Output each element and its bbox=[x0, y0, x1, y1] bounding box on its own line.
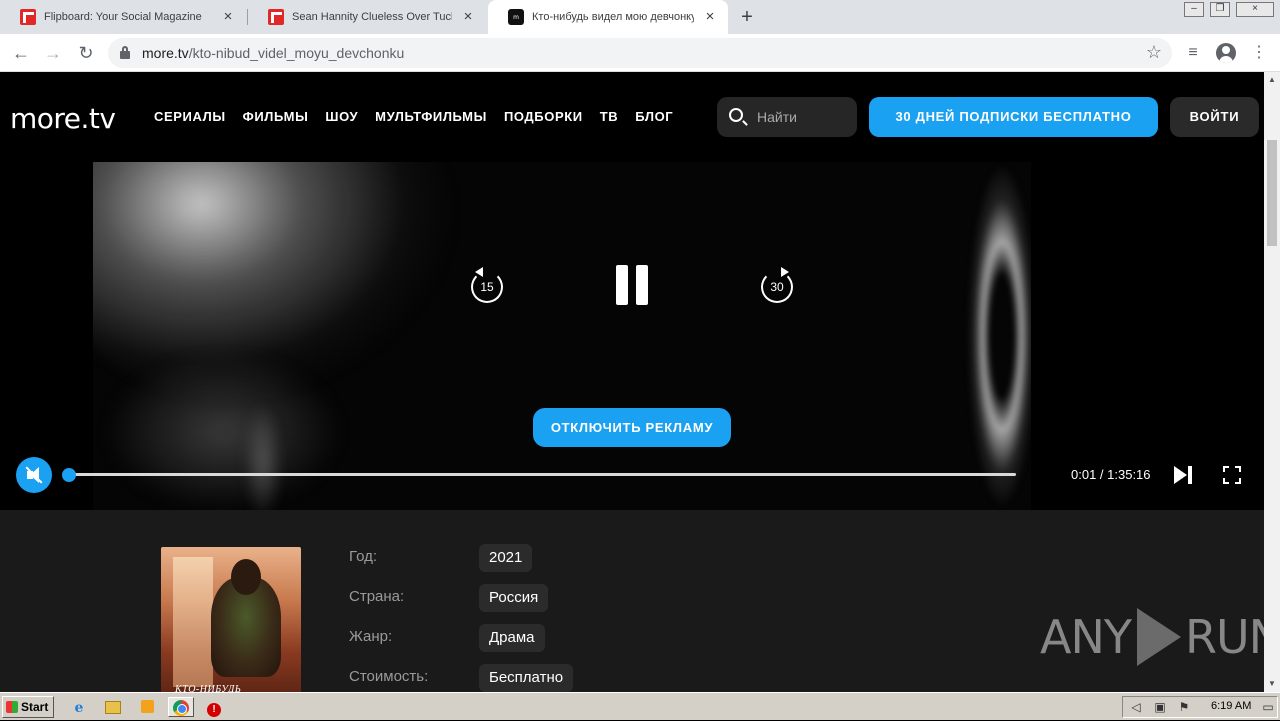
progress-handle[interactable] bbox=[62, 468, 76, 482]
folder-taskbar-icon[interactable] bbox=[102, 697, 124, 717]
flag-icon[interactable]: ⚑ bbox=[1177, 700, 1191, 714]
scroll-up-arrow-icon[interactable]: ▲ bbox=[1264, 72, 1280, 88]
nav-blog[interactable]: БЛОГ bbox=[635, 109, 673, 124]
close-tab-icon[interactable]: × bbox=[460, 9, 476, 25]
windows-taskbar: Start e ! ◁ ▣ ⚑ 6:19 AM ▭ bbox=[0, 692, 1280, 720]
address-bar[interactable]: more.tv/kto-nibud_videl_moyu_devchonku ☆ bbox=[108, 38, 1172, 68]
free-trial-button[interactable]: 30 ДНЕЙ ПОДПИСКИ БЕСПЛАТНО bbox=[869, 97, 1158, 137]
movie-details: КТО-НИБУДЬ Год: 2021 Страна: Россия Жанр… bbox=[0, 510, 1264, 692]
nav-series[interactable]: СЕРИАЛЫ bbox=[154, 109, 226, 124]
search-input[interactable] bbox=[757, 107, 849, 127]
url-path: /kto-nibud_videl_moyu_devchonku bbox=[188, 45, 405, 61]
meta-value: Бесплатно bbox=[479, 664, 574, 692]
nav-cartoons[interactable]: МУЛЬТФИЛЬМЫ bbox=[375, 109, 487, 124]
start-label: Start bbox=[21, 700, 49, 714]
browser-tab-bar: Flipboard: Your Social Magazine × Sean H… bbox=[0, 0, 1280, 34]
meta-value: 2021 bbox=[479, 544, 533, 572]
search-box[interactable] bbox=[717, 97, 857, 137]
muted-speaker-icon[interactable] bbox=[16, 457, 52, 493]
meta-value: Россия bbox=[479, 584, 549, 612]
watermark-play-icon bbox=[1136, 608, 1181, 666]
flipboard-favicon-icon bbox=[268, 9, 284, 25]
back-arrow-icon[interactable]: ← bbox=[9, 41, 33, 65]
meta-label: Жанр: bbox=[349, 628, 393, 645]
watermark-left: ANY bbox=[1040, 610, 1132, 664]
browser-tab-hannity[interactable]: Sean Hannity Clueless Over Tucker C × bbox=[248, 0, 486, 34]
nav-shows[interactable]: ШОУ bbox=[325, 109, 358, 124]
movie-poster[interactable]: КТО-НИБУДЬ bbox=[161, 547, 301, 692]
progress-bar[interactable] bbox=[68, 473, 1016, 476]
restore-window-icon[interactable]: ❐ bbox=[1210, 2, 1230, 17]
bookmark-star-icon[interactable]: ☆ bbox=[1146, 42, 1162, 63]
login-button[interactable]: ВОЙТИ bbox=[1170, 97, 1259, 137]
scrollbar-thumb[interactable] bbox=[1267, 140, 1277, 246]
browser-tab-flipboard[interactable]: Flipboard: Your Social Magazine × bbox=[0, 0, 246, 34]
tab-title: Flipboard: Your Social Magazine bbox=[44, 11, 202, 23]
new-tab-icon[interactable]: + bbox=[736, 7, 758, 29]
next-episode-icon[interactable] bbox=[1174, 465, 1194, 485]
scroll-down-arrow-icon[interactable]: ▼ bbox=[1264, 676, 1280, 692]
forward-seconds-label: 30 bbox=[770, 280, 784, 294]
meta-label: Стоимость: bbox=[349, 668, 429, 685]
nav-collections[interactable]: ПОДБОРКИ bbox=[504, 109, 583, 124]
main-nav: СЕРИАЛЫ ФИЛЬМЫ ШОУ МУЛЬТФИЛЬМЫ ПОДБОРКИ … bbox=[154, 109, 673, 124]
browser-tab-active[interactable]: m Кто-нибудь видел мою девчонку? × bbox=[488, 0, 728, 34]
nav-films[interactable]: ФИЛЬМЫ bbox=[243, 109, 309, 124]
profile-avatar-icon[interactable] bbox=[1216, 43, 1236, 63]
video-player[interactable]: 15 30 ОТКЛЮЧИТЬ РЕКЛАМУ 0:01 / 1:35:16 bbox=[0, 162, 1264, 510]
reload-icon[interactable]: ↻ bbox=[74, 41, 98, 65]
start-button[interactable]: Start bbox=[2, 696, 54, 718]
tab-title: Sean Hannity Clueless Over Tucker C bbox=[292, 11, 452, 23]
menu-kebab-icon[interactable]: ⋮ bbox=[1248, 42, 1270, 64]
close-window-icon[interactable]: × bbox=[1236, 2, 1274, 17]
clock: 6:19 AM bbox=[1211, 700, 1252, 712]
video-frame[interactable] bbox=[93, 162, 1031, 510]
windows-logo-icon bbox=[6, 701, 18, 713]
meta-label: Год: bbox=[349, 548, 378, 565]
tab-title: Кто-нибудь видел мою девчонку? bbox=[532, 11, 694, 23]
network-icon[interactable]: ▣ bbox=[1153, 700, 1167, 714]
media-queue-icon[interactable]: ≡ bbox=[1182, 42, 1204, 64]
moretv-favicon-icon: m bbox=[508, 9, 524, 25]
minimize-window-icon[interactable]: – bbox=[1184, 2, 1204, 17]
close-tab-icon[interactable]: × bbox=[220, 9, 236, 25]
page-viewport: more.tv СЕРИАЛЫ ФИЛЬМЫ ШОУ МУЛЬТФИЛЬМЫ П… bbox=[0, 72, 1264, 692]
forward-arrow-icon[interactable]: → bbox=[41, 41, 65, 65]
pause-icon[interactable] bbox=[614, 265, 650, 307]
rewind-15-button[interactable]: 15 bbox=[469, 267, 505, 303]
lock-icon bbox=[120, 46, 130, 59]
browser-toolbar: ← → ↻ more.tv/kto-nibud_videl_moyu_devch… bbox=[0, 34, 1280, 72]
volume-icon[interactable]: ◁ bbox=[1129, 700, 1143, 714]
chrome-taskbar-icon[interactable] bbox=[168, 697, 194, 717]
flipboard-favicon-icon bbox=[20, 9, 36, 25]
page-scrollbar[interactable]: ▲ ▼ bbox=[1264, 72, 1280, 692]
site-header: more.tv СЕРИАЛЫ ФИЛЬМЫ ШОУ МУЛЬТФИЛЬМЫ П… bbox=[0, 72, 1264, 162]
watermark-right: RUN bbox=[1184, 610, 1264, 664]
disable-ads-button[interactable]: ОТКЛЮЧИТЬ РЕКЛАМУ bbox=[533, 408, 731, 447]
url-text: more.tv/kto-nibud_videl_moyu_devchonku bbox=[142, 45, 404, 61]
forward-30-button[interactable]: 30 bbox=[759, 267, 795, 303]
meta-label: Страна: bbox=[349, 588, 405, 605]
poster-title: КТО-НИБУДЬ bbox=[175, 684, 242, 692]
fullscreen-icon[interactable] bbox=[1223, 466, 1241, 484]
search-icon bbox=[729, 108, 743, 122]
ie-taskbar-icon[interactable]: e bbox=[68, 697, 90, 717]
site-logo[interactable]: more.tv bbox=[10, 102, 116, 135]
opera-taskbar-icon[interactable]: ! bbox=[203, 697, 225, 717]
url-host: more.tv bbox=[142, 45, 189, 61]
anyrun-watermark: ANY RUN bbox=[1040, 608, 1264, 666]
show-desktop-icon[interactable]: ▭ bbox=[1261, 700, 1275, 714]
meta-value: Драма bbox=[479, 624, 545, 652]
rewind-seconds-label: 15 bbox=[480, 280, 494, 294]
system-tray: ◁ ▣ ⚑ 6:19 AM ▭ bbox=[1122, 696, 1278, 718]
nav-tv[interactable]: ТВ bbox=[600, 109, 619, 124]
media-player-taskbar-icon[interactable] bbox=[136, 697, 158, 717]
close-tab-icon[interactable]: × bbox=[702, 9, 718, 25]
time-display: 0:01 / 1:35:16 bbox=[1071, 467, 1151, 482]
